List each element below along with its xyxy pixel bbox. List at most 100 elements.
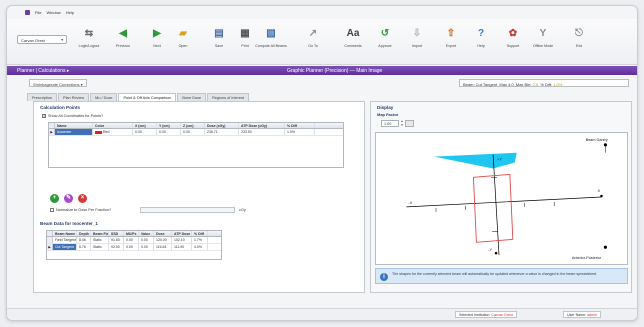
column-header[interactable]: Dose: [154, 231, 172, 236]
toolbar-button-label: Next: [153, 44, 161, 48]
table-cell[interactable]: Static: [91, 244, 109, 250]
tab-point-comparison[interactable]: Point & Off Axis Comparison: [118, 93, 177, 101]
institution-combo[interactable]: Carvan Grest ▼: [17, 35, 67, 44]
show-all-label: Show All Coordinates for Points?: [48, 114, 104, 118]
table-cell[interactable]: 0.00: [139, 244, 154, 250]
print-icon: ▦: [240, 28, 250, 39]
column-header[interactable]: Dose (cGy): [205, 123, 239, 128]
add-point-icon[interactable]: +: [50, 194, 59, 203]
label-right-axis: X: [598, 188, 601, 193]
table-cell[interactable]: 236.71: [205, 129, 239, 135]
table-cell[interactable]: 0.00: [157, 129, 181, 135]
table-cell[interactable]: 4.0%: [192, 244, 208, 250]
previous-icon: ◀: [119, 28, 127, 39]
goto-button[interactable]: ↗ Go To: [297, 23, 329, 61]
table-cell[interactable]: 0.00: [133, 129, 157, 135]
zoom-stepper[interactable]: ▲ ▼: [400, 119, 404, 127]
toolbar-button-label: Compute All Beams: [255, 44, 287, 48]
help-button[interactable]: ? Help: [465, 23, 497, 61]
table-cell[interactable]: Field Tangent: [53, 237, 77, 243]
table-cell[interactable]: 233.50: [239, 129, 285, 135]
column-header[interactable]: Color: [93, 123, 133, 128]
user-label: User Name:: [567, 313, 588, 318]
table-cell[interactable]: 102.10: [172, 237, 192, 243]
table-cell[interactable]: 0.00: [124, 244, 139, 250]
table-cell[interactable]: Isocenter: [55, 129, 93, 135]
column-header[interactable]: MU/Fx: [124, 231, 139, 236]
table-cell[interactable]: 92.00: [109, 244, 124, 250]
tab-prescription[interactable]: Prescription: [27, 93, 58, 101]
institution-status: Selected Institution: Carvan Grest: [455, 311, 517, 318]
tab-plan-review[interactable]: Plan Review: [58, 93, 90, 101]
table-cell[interactable]: 0.00: [139, 237, 154, 243]
comments-button[interactable]: Aa Comments: [337, 23, 369, 61]
table-row[interactable]: Field Tangent 8.46 Static 91.60 0.00 0.00 120.…: [47, 237, 221, 244]
approve-button[interactable]: ↺ Approve: [369, 23, 401, 61]
summary-beam: Beam: Cut Tangent: [463, 81, 498, 87]
delete-point-icon[interactable]: ×: [78, 194, 87, 203]
beam-view-plot[interactable]: Beam Gantry Anterior-Posterior -X X +Y -…: [375, 132, 628, 265]
table-cell[interactable]: Static: [91, 237, 109, 243]
tab-mu-dose[interactable]: Mu / Dose: [90, 93, 118, 101]
institution-combo-value: Carvan Grest: [21, 38, 45, 43]
menu-window[interactable]: Window: [46, 10, 60, 15]
table-cell[interactable]: 0.00: [181, 129, 205, 135]
menu-help[interactable]: Help: [66, 10, 74, 15]
table-cell[interactable]: Cut Tangent: [53, 244, 77, 250]
column-header[interactable]: Y (cm): [157, 123, 181, 128]
zoom-fit-button[interactable]: [405, 120, 414, 127]
column-header[interactable]: X (cm): [133, 123, 157, 128]
table-cell[interactable]: 116.64: [154, 244, 172, 250]
edit-point-icon[interactable]: ✎: [64, 194, 73, 203]
column-header[interactable]: Value: [139, 231, 154, 236]
column-header[interactable]: Name: [55, 123, 93, 128]
support-button[interactable]: ✿ Support: [497, 23, 529, 61]
vertical-axis: [492, 154, 500, 256]
table-cell[interactable]: 120.00: [154, 237, 172, 243]
zoom-input[interactable]: 1.00: [381, 120, 399, 127]
support-icon: ✿: [508, 28, 518, 39]
column-header[interactable]: ATP Dose (cGy): [239, 123, 285, 128]
table-cell[interactable]: Red: [93, 129, 133, 135]
beam-data-heading: Beam Data for Isocenter_1: [40, 221, 98, 226]
toolbar-button-label: Support: [506, 44, 520, 48]
normalize-input[interactable]: [140, 207, 235, 213]
table-row[interactable]: ▶ Isocenter Red 0.00 0.00 0.00 236.71 233.50 1.0…: [49, 129, 343, 136]
column-header[interactable]: % Diff: [192, 231, 208, 236]
exit-button[interactable]: ⎋ Exit: [563, 23, 595, 61]
color-name: Red: [103, 130, 110, 135]
calc-points-heading: Calculation Points: [40, 105, 81, 110]
menu-file[interactable]: File: [35, 10, 41, 15]
table-cell[interactable]: 0.00: [124, 237, 139, 243]
column-header[interactable]: SSD: [109, 231, 124, 236]
table-cell[interactable]: 5.76: [77, 244, 91, 250]
table-cell[interactable]: 1.7%: [192, 237, 208, 243]
column-header[interactable]: Beam Field: [91, 231, 109, 236]
save-icon: ▤: [214, 28, 224, 39]
status-footer: Selected Institution: Carvan Grest User …: [7, 308, 637, 320]
tab-bone-dose[interactable]: Bone Dose: [177, 93, 207, 101]
offline-button[interactable]: Y Offline Mode: [527, 23, 559, 61]
normalize-checkbox[interactable]: [50, 208, 54, 212]
table-cell[interactable]: 91.60: [109, 237, 124, 243]
export-button[interactable]: ⇧ Export: [435, 23, 467, 61]
table-row[interactable]: ▶ Cut Tangent 5.76 Static 92.00 0.00 0.00 116.6…: [47, 244, 221, 251]
bottom-marker: [494, 251, 498, 255]
table-cell[interactable]: 1.0%: [285, 129, 315, 135]
compute-button[interactable]: ▧ Compute All Beams: [255, 23, 287, 61]
tab-regions-of-interest[interactable]: Regions of Interest: [207, 93, 249, 101]
toolbar-button-label: Import: [411, 44, 423, 48]
open-button[interactable]: ▰ Open: [167, 23, 199, 61]
calc-type-select[interactable]: Shrinkagerate Corrections ▾: [29, 79, 87, 87]
table-cell[interactable]: 111.90: [172, 244, 192, 250]
column-header[interactable]: Depth: [77, 231, 91, 236]
column-header[interactable]: Z (cm): [181, 123, 205, 128]
table-cell[interactable]: 8.46: [77, 237, 91, 243]
login-button[interactable]: ⇆ Login/Logout: [73, 23, 105, 61]
column-header[interactable]: ATP Dose: [172, 231, 192, 236]
import-button[interactable]: ⇩ Import: [401, 23, 433, 61]
column-header[interactable]: % Diff: [285, 123, 315, 128]
column-header[interactable]: Beam Name: [53, 231, 77, 236]
previous-button[interactable]: ◀ Previous: [107, 23, 139, 61]
show-all-checkbox[interactable]: ✓: [42, 114, 46, 118]
